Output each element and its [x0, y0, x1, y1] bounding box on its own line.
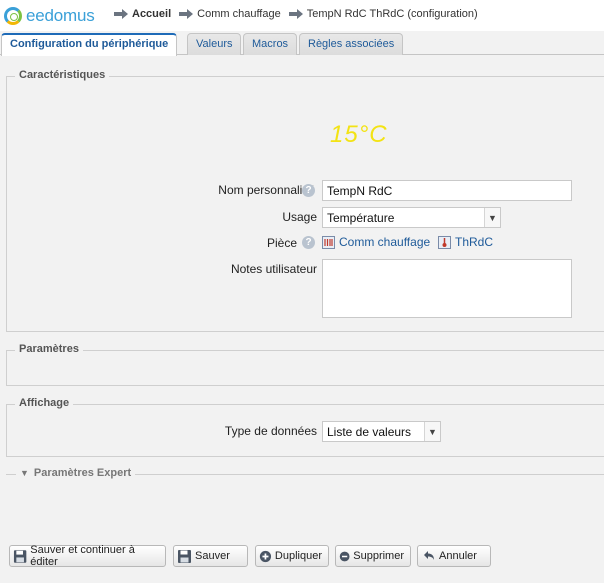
tab-values[interactable]: Valeurs	[187, 33, 242, 55]
parameters-section: Paramètres	[6, 343, 604, 386]
top-header: eedomus Accueil Comm chauffage TempN RdC…	[0, 0, 604, 31]
current-value-display: 15°C	[330, 121, 388, 148]
floppy-disk-icon	[13, 549, 27, 563]
delete-button[interactable]: Supprimer	[335, 545, 411, 567]
logo[interactable]: eedomus	[4, 5, 95, 27]
name-input[interactable]	[322, 180, 572, 201]
chevron-down-icon: ▼	[484, 208, 500, 227]
notes-textarea[interactable]	[322, 259, 572, 318]
usage-label: Usage	[282, 210, 317, 224]
room-link[interactable]: ThRdC	[438, 235, 493, 249]
breadcrumb-item-room[interactable]: Comm chauffage	[179, 8, 281, 20]
chevron-down-icon: ▼	[424, 422, 440, 441]
undo-arrow-icon	[424, 550, 434, 560]
room-parent-link[interactable]: Comm chauffage	[322, 235, 430, 249]
cancel-button[interactable]: Annuler	[417, 545, 491, 567]
save-and-continue-button[interactable]: Sauver et continuer à éditer	[9, 544, 166, 568]
breadcrumb: Accueil Comm chauffage TempN RdC ThRdC (…	[114, 8, 486, 20]
arrow-right-icon	[114, 9, 128, 19]
logo-icon	[4, 7, 22, 25]
tab-configuration[interactable]: Configuration du périphérique	[1, 33, 178, 56]
radiator-icon	[322, 235, 335, 249]
help-icon[interactable]: ?	[302, 184, 315, 197]
room-label: Pièce	[266, 236, 297, 250]
parameters-legend: Paramètres	[15, 343, 83, 355]
duplicate-button[interactable]: Dupliquer	[255, 545, 329, 567]
breadcrumb-item-home[interactable]: Accueil	[114, 8, 171, 20]
tab-associated-rules[interactable]: Règles associées	[299, 33, 404, 55]
notes-label: Notes utilisateur	[230, 262, 317, 276]
triangle-down-icon: ▼	[20, 468, 29, 478]
arrow-right-icon	[179, 9, 194, 19]
arrow-right-icon	[288, 9, 303, 19]
tab-macros[interactable]: Macros	[243, 33, 298, 55]
floppy-disk-icon	[178, 549, 191, 563]
name-label: Nom personnalisé	[218, 183, 315, 197]
logo-text: eedomus	[26, 6, 95, 25]
usage-select[interactable]: Température ▼	[322, 207, 501, 228]
tab-bar: Configuration du périphérique Valeurs Ma…	[0, 31, 604, 56]
expert-section-toggle[interactable]: ▼ Paramètres Expert	[16, 467, 136, 479]
plus-circle-icon	[259, 550, 272, 562]
characteristics-legend: Caractéristiques	[15, 69, 110, 81]
display-legend: Affichage	[15, 397, 74, 409]
minus-circle-icon	[339, 551, 350, 561]
thermostat-icon	[438, 235, 451, 249]
help-icon[interactable]: ?	[302, 236, 315, 249]
data-type-label: Type de données	[224, 424, 317, 438]
data-type-select[interactable]: Liste de valeurs ▼	[322, 421, 441, 442]
breadcrumb-item-device: TempN RdC ThRdC (configuration)	[288, 8, 478, 20]
save-button[interactable]: Sauver	[173, 545, 248, 567]
